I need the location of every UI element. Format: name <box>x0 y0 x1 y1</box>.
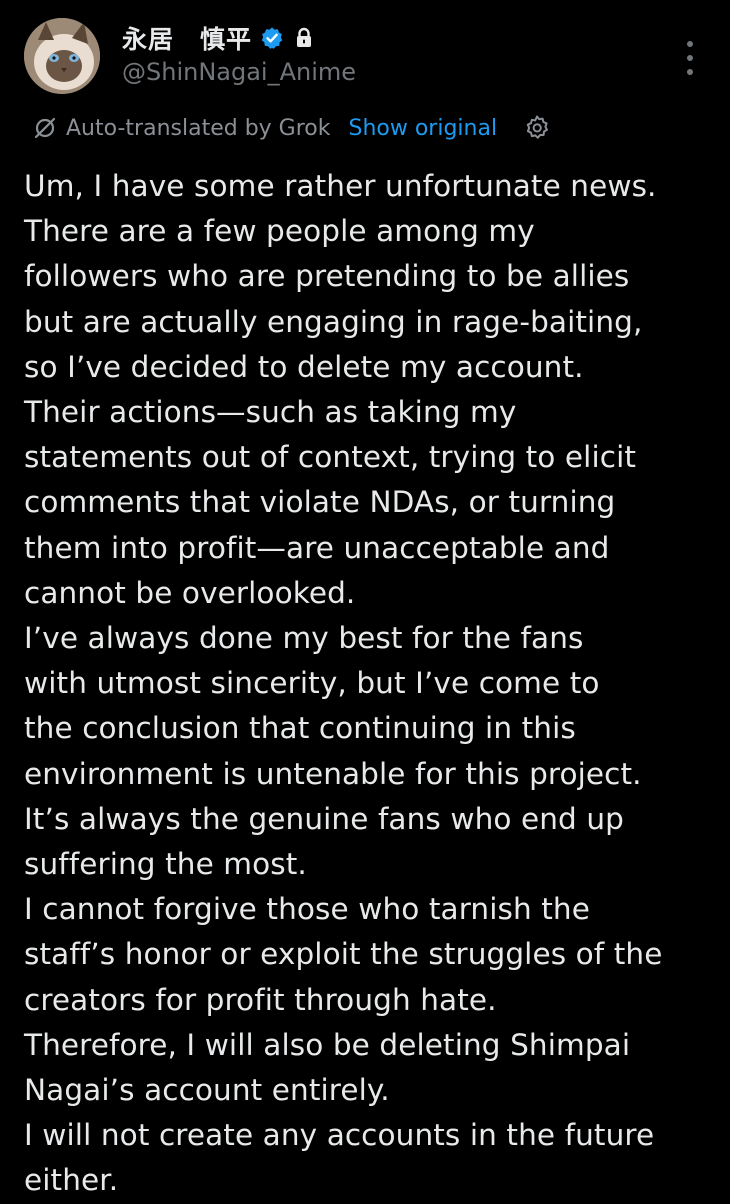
post-line: I will not create any accounts in the fu… <box>24 1118 655 1153</box>
translation-bar: Auto-translated by Grok Show original <box>32 108 551 148</box>
post-line: There are a few people among my <box>24 214 535 249</box>
translate-icon <box>32 115 58 141</box>
verified-badge-icon <box>260 26 284 50</box>
avatar[interactable] <box>24 18 100 94</box>
display-name[interactable]: 永居 慎平 <box>122 20 252 56</box>
more-options-button[interactable] <box>680 36 700 80</box>
post-line: comments that violate NDAs, or turning <box>24 485 616 520</box>
post-line: statements out of context, trying to eli… <box>24 440 637 475</box>
post-line: I’ve always done my best for the fans <box>24 621 584 656</box>
post-line: Nagai’s account entirely. <box>24 1073 390 1108</box>
post-line: the conclusion that continuing in this <box>24 711 576 746</box>
cat-avatar-image <box>24 18 100 94</box>
post-line: It’s always the genuine fans who end up <box>24 801 624 836</box>
post-line: with utmost sincerity, but I’ve come to <box>24 666 600 701</box>
lock-icon <box>292 26 316 50</box>
post-line: followers who are pretending to be allie… <box>24 259 630 294</box>
more-vertical-icon <box>687 41 693 75</box>
post-line: Um, I have some rather unfortunate news. <box>24 169 657 203</box>
post-line: so I’ve decided to delete my account. <box>24 349 584 384</box>
gear-icon[interactable] <box>523 114 551 142</box>
post-line: I cannot forgive those who tarnish the <box>24 892 590 927</box>
post-line: environment is untenable for this projec… <box>24 756 642 791</box>
post-line: cannot be overlooked. <box>24 575 356 610</box>
post-line: them into profit—are unacceptable and <box>24 530 610 565</box>
post-line: either. <box>24 1163 119 1198</box>
post-line: staff’s honor or exploit the struggles o… <box>24 937 663 972</box>
post-line: suffering the most. <box>24 847 307 882</box>
post-line: Therefore, I will also be deleting Shimp… <box>24 1027 631 1062</box>
post-body: Um, I have some rather unfortunate news.… <box>24 164 714 1204</box>
post-line: creators for profit through hate. <box>24 982 497 1017</box>
post: 永居 慎平 @ShinNagai_Anime Auto-translated b… <box>0 0 730 1200</box>
author-name-row: 永居 慎平 <box>122 20 316 56</box>
translation-label: Auto-translated by Grok <box>66 115 331 141</box>
show-original-link[interactable]: Show original <box>348 116 497 141</box>
post-line: Their actions—such as taking my <box>24 395 517 430</box>
post-line: but are actually engaging in rage-baitin… <box>24 304 643 339</box>
author-handle[interactable]: @ShinNagai_Anime <box>122 58 356 86</box>
